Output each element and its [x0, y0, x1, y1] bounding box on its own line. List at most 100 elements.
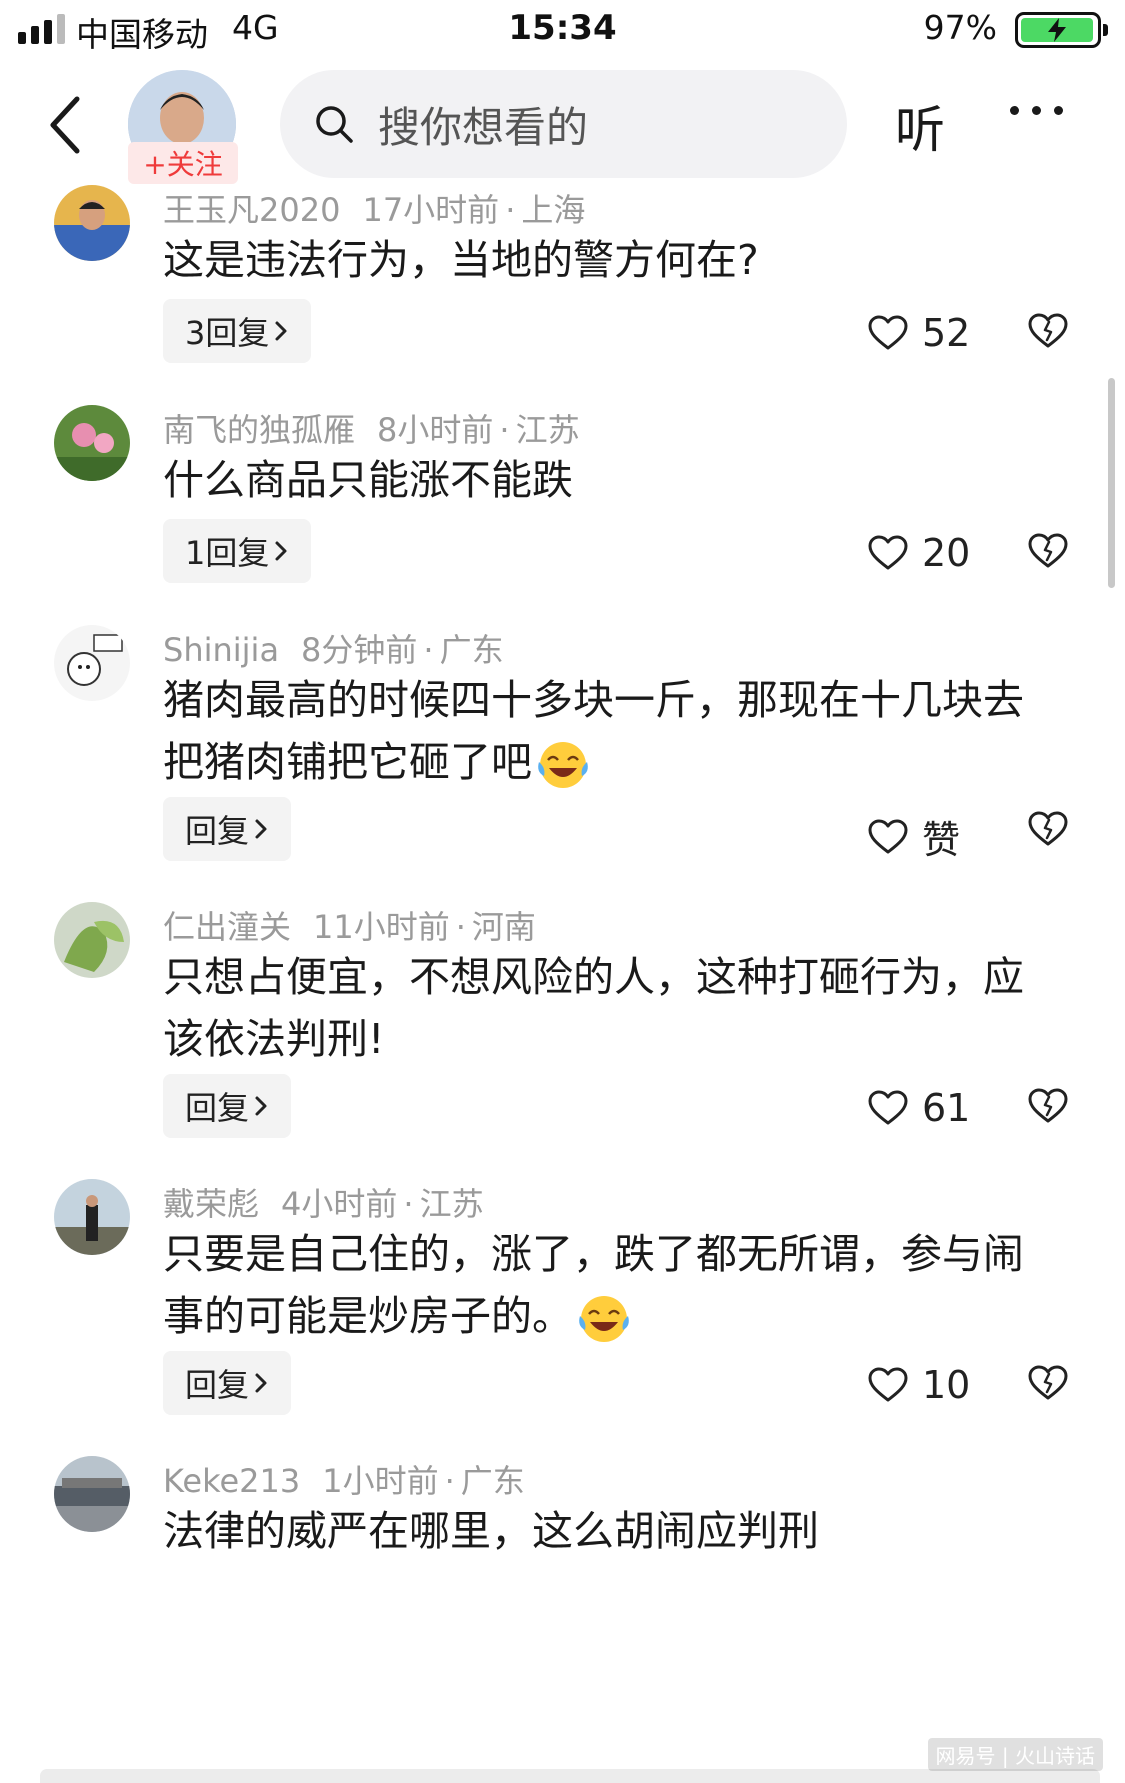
- reply-label: 3回复: [185, 314, 270, 352]
- comment-location: 广东: [460, 1462, 525, 1500]
- comment-text: 只想占便宜，不想风险的人，这种打砸行为，应该依法判刑!: [163, 953, 1024, 1063]
- like-button[interactable]: 61: [868, 1086, 970, 1130]
- like-heart-icon: [868, 535, 908, 570]
- meta-separator: ·: [499, 411, 510, 449]
- comment-location: 江苏: [515, 411, 580, 449]
- like-button[interactable]: 10: [868, 1363, 970, 1407]
- like-count: 61: [922, 1086, 971, 1130]
- like-heart-icon: [868, 1090, 908, 1125]
- like-count: 20: [922, 531, 971, 575]
- commenter-name[interactable]: 仁出潼关: [163, 908, 291, 946]
- comment-location: 上海: [521, 191, 586, 229]
- commenter-avatar[interactable]: [54, 1456, 130, 1532]
- top-nav-bar: +关注 搜你想看的 听: [0, 62, 1125, 187]
- battery-percent: 97%: [923, 8, 997, 47]
- reply-button[interactable]: 回复: [163, 797, 292, 861]
- comment-text-block: 猪肉最高的时候四十多块一斤，那现在十几块去把猪肉铺把它砸了吧: [163, 669, 1063, 793]
- listen-button[interactable]: 听: [895, 90, 945, 162]
- comment-item: 南飞的独孤雁 8小时前 · 江苏 什么商品只能涨不能跌 1回复 20: [0, 405, 1125, 583]
- avatar-image: [54, 1179, 130, 1255]
- commenter-avatar[interactable]: [54, 405, 130, 481]
- avatar-image: [54, 625, 130, 701]
- search-icon: [316, 106, 353, 143]
- reply-button[interactable]: 回复: [163, 1074, 292, 1138]
- dislike-button[interactable]: [1028, 1088, 1068, 1128]
- dislike-button[interactable]: [1028, 533, 1068, 573]
- reply-label: 回复: [185, 1366, 250, 1404]
- bottom-input-bar[interactable]: [40, 1769, 1100, 1783]
- comment-meta: 王玉凡2020 17小时前 · 上海: [163, 185, 585, 231]
- dislike-icon: [1028, 1088, 1068, 1123]
- reply-button[interactable]: 1回复: [163, 519, 312, 583]
- reply-button[interactable]: 3回复: [163, 299, 312, 363]
- comment-meta: Keke213 1小时前 · 广东: [163, 1456, 525, 1502]
- dislike-icon: [1028, 1365, 1068, 1400]
- comment-text-block: 法律的威严在哪里，这么胡闹应判刑: [163, 1500, 1063, 1562]
- like-count: 赞: [922, 818, 961, 862]
- comment-text: 这是违法行为，当地的警方何在?: [163, 236, 759, 284]
- laughing-crying-emoji-icon: [538, 742, 588, 788]
- chevron-left-icon: [50, 96, 80, 154]
- dislike-button[interactable]: [1028, 1365, 1068, 1405]
- charging-bolt-icon: [1048, 18, 1066, 42]
- avatar-image: [54, 405, 130, 481]
- comment-location: 广东: [439, 631, 504, 669]
- commenter-avatar[interactable]: [54, 625, 130, 701]
- commenter-name[interactable]: 南飞的独孤雁: [163, 411, 355, 449]
- chevron-right-icon: [255, 1096, 267, 1116]
- comment-time: 1小时前: [322, 1462, 439, 1500]
- dislike-button[interactable]: [1028, 313, 1068, 353]
- like-button[interactable]: 52: [868, 311, 970, 355]
- like-count: 52: [922, 311, 971, 355]
- like-heart-icon: [868, 315, 908, 350]
- avatar-image: [54, 1456, 130, 1532]
- like-button[interactable]: 20: [868, 531, 970, 575]
- dislike-icon: [1028, 811, 1068, 846]
- comment-text: 法律的威严在哪里，这么胡闹应判刑: [163, 1507, 819, 1555]
- comment-text-block: 只想占便宜，不想风险的人，这种打砸行为，应该依法判刑!: [163, 946, 1063, 1070]
- dislike-icon: [1028, 533, 1068, 568]
- comment-location: 河南: [471, 908, 536, 946]
- chevron-right-icon: [255, 819, 267, 839]
- chevron-right-icon: [275, 541, 287, 561]
- like-count: 10: [922, 1363, 971, 1407]
- comment-meta: 南飞的独孤雁 8小时前 · 江苏: [163, 405, 580, 451]
- commenter-name[interactable]: 王玉凡2020: [163, 191, 340, 229]
- scrollbar[interactable]: [1108, 378, 1115, 588]
- laughing-crying-emoji-icon: [579, 1296, 629, 1342]
- watermark: 网易号 | 火山诗话: [927, 1738, 1103, 1771]
- meta-separator: ·: [403, 1185, 414, 1223]
- more-options-icon[interactable]: [1010, 106, 1063, 115]
- reply-label: 回复: [185, 1089, 250, 1127]
- commenter-name[interactable]: 戴荣彪: [163, 1185, 259, 1223]
- commenter-name[interactable]: Keke213: [163, 1462, 300, 1500]
- status-bar: 中国移动 4G 15:34 97%: [0, 0, 1125, 60]
- comment-text-block: 这是违法行为，当地的警方何在?: [163, 229, 1063, 291]
- search-input[interactable]: 搜你想看的: [280, 70, 847, 178]
- comment-time: 8分钟前: [301, 631, 418, 669]
- comment-time: 4小时前: [281, 1185, 398, 1223]
- commenter-avatar[interactable]: [54, 902, 130, 978]
- comment-item: Shinijia 8分钟前 · 广东猪肉最高的时候四十多块一斤，那现在十几块去把猪肉铺…: [0, 625, 1125, 864]
- comment-text-block: 什么商品只能涨不能跌: [163, 449, 1063, 511]
- commenter-avatar[interactable]: [54, 185, 130, 261]
- dislike-button[interactable]: [1028, 811, 1068, 851]
- reply-button[interactable]: 回复: [163, 1351, 292, 1415]
- commenter-name[interactable]: Shinijia: [163, 631, 279, 669]
- comment-text-block: 只要是自己住的，涨了，跌了都无所谓，参与闹事的可能是炒房子的。: [163, 1223, 1063, 1347]
- meta-separator: ·: [505, 191, 516, 229]
- back-button[interactable]: [40, 92, 90, 158]
- like-button[interactable]: 赞: [868, 809, 960, 864]
- comment-meta: 戴荣彪 4小时前 · 江苏: [163, 1179, 484, 1225]
- comment-location: 江苏: [419, 1185, 484, 1223]
- battery-icon: [1015, 12, 1108, 48]
- comment-item: 仁出潼关 11小时前 · 河南 只想占便宜，不想风险的人，这种打砸行为，应该依法判刑! 回…: [0, 902, 1125, 1138]
- follow-button[interactable]: +关注: [128, 142, 238, 184]
- meta-separator: ·: [423, 631, 434, 669]
- comment-text: 猪肉最高的时候四十多块一斤，那现在十几块去把猪肉铺把它砸了吧: [163, 676, 1024, 786]
- commenter-avatar[interactable]: [54, 1179, 130, 1255]
- avatar-image: [54, 902, 130, 978]
- comment-time: 17小时前: [362, 191, 500, 229]
- like-heart-icon: [868, 819, 908, 853]
- comment-time: 11小时前: [313, 908, 450, 946]
